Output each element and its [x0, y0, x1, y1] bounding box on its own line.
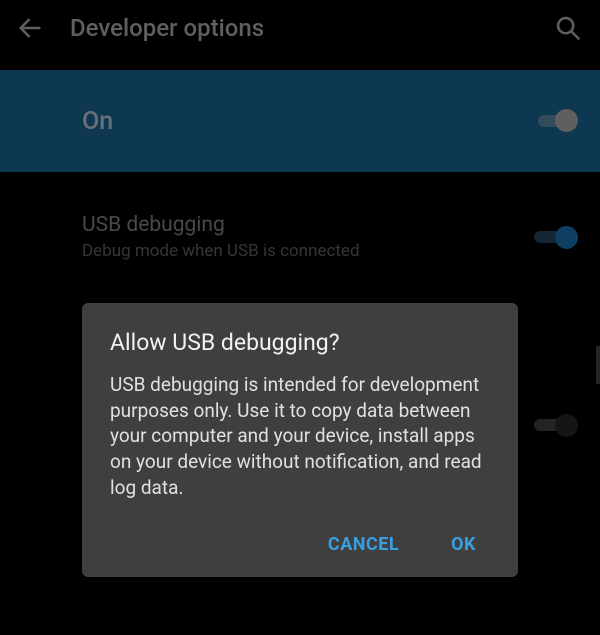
dialog-body: USB debugging is intended for developmen…	[110, 372, 490, 500]
dialog-title: Allow USB debugging?	[110, 329, 490, 356]
cancel-button[interactable]: CANCEL	[322, 524, 405, 565]
dialog-actions: CANCEL OK	[110, 524, 490, 565]
usb-debugging-dialog: Allow USB debugging? USB debugging is in…	[82, 303, 518, 577]
ok-button[interactable]: OK	[445, 524, 482, 565]
